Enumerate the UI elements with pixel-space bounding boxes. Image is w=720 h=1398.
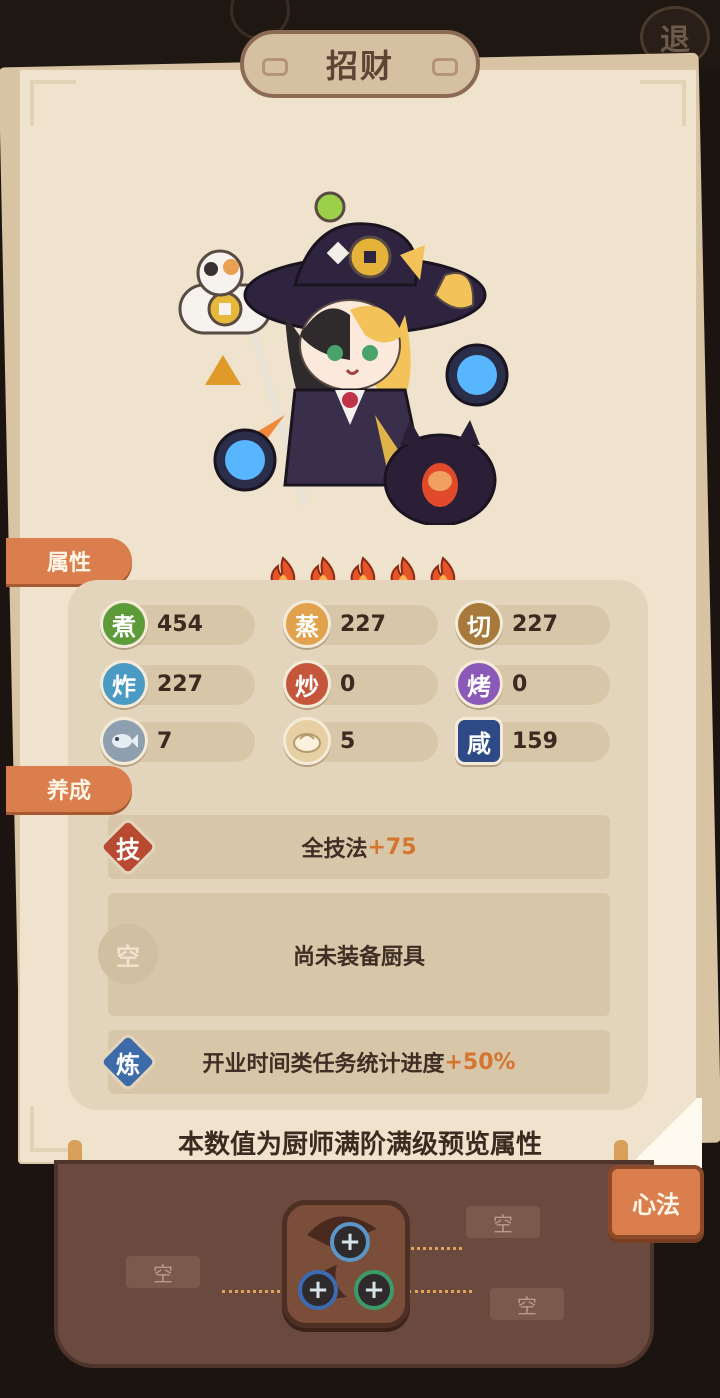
steam-icon: 蒸 <box>283 600 331 648</box>
stat-value: 5 <box>340 729 356 754</box>
cut-icon: 切 <box>455 600 503 648</box>
plus-icon[interactable]: + <box>330 1222 370 1262</box>
stat-steam: 蒸 227 <box>283 600 438 648</box>
stat-salty: 咸 159 <box>455 717 610 765</box>
stat-value: 454 <box>157 612 203 637</box>
salty-icon: 咸 <box>455 717 503 765</box>
tab-cultivation[interactable]: 养成 <box>6 766 132 812</box>
refine-bonus-text: 开业时间类任务统计进度 <box>202 1052 445 1077</box>
stirfry-icon: 炒 <box>283 660 331 708</box>
plus-icon[interactable]: + <box>354 1270 394 1310</box>
roast-icon: 烤 <box>455 660 503 708</box>
boil-icon: 煮 <box>100 600 148 648</box>
refine-bonus-row: 开业时间类任务统计进度 +50% <box>108 1030 610 1094</box>
stat-value: 0 <box>512 672 528 697</box>
stat-bun: 5 <box>283 717 438 765</box>
equipment-slot[interactable]: 空 <box>96 922 160 986</box>
refine-badge[interactable]: 炼 <box>96 1030 160 1094</box>
title-plaque: 招财 <box>240 30 480 98</box>
skill-bonus-text: 全技法 <box>301 837 368 862</box>
xinfa-core[interactable] <box>282 1200 410 1328</box>
equipment-slot-label: 空 <box>116 942 140 971</box>
chef-character-portrait <box>175 185 515 527</box>
refine-badge-label: 炼 <box>116 1050 140 1079</box>
stat-value: 227 <box>157 672 203 697</box>
refine-bonus-value: +50% <box>444 1049 516 1075</box>
tab-attributes[interactable]: 属性 <box>6 538 132 584</box>
equipment-status: 尚未装备厨具 <box>292 944 425 970</box>
stat-roast: 烤 0 <box>455 660 610 708</box>
stat-value: 227 <box>512 612 558 637</box>
skill-bonus-row: 全技法 +75 <box>108 815 610 879</box>
bun-icon <box>283 717 331 765</box>
stat-stirfry: 炒 0 <box>283 660 438 708</box>
corner-ornament <box>30 80 76 126</box>
stat-cut: 切 227 <box>455 600 610 648</box>
page-title: 招财 <box>325 47 394 85</box>
fish-icon <box>100 717 148 765</box>
stat-fish: 7 <box>100 717 255 765</box>
preview-note: 本数值为厨师满阶满级预览属性 <box>177 1130 542 1160</box>
xinfa-slot-bottom-right[interactable]: 空 <box>490 1288 564 1320</box>
skill-badge-label: 技 <box>116 835 140 864</box>
equipment-row[interactable]: 尚未装备厨具 <box>108 893 610 1016</box>
xinfa-slot-top-right[interactable]: 空 <box>466 1206 540 1238</box>
stat-value: 0 <box>340 672 356 697</box>
stat-value: 227 <box>340 612 386 637</box>
xinfa-slot-left[interactable]: 空 <box>126 1256 200 1288</box>
xinfa-button[interactable]: 心法 <box>608 1165 704 1239</box>
plus-icon[interactable]: + <box>298 1270 338 1310</box>
skill-badge[interactable]: 技 <box>96 815 160 879</box>
fry-icon: 炸 <box>100 660 148 708</box>
stat-fry: 炸 227 <box>100 660 255 708</box>
corner-ornament <box>640 80 686 126</box>
stat-value: 7 <box>157 729 173 754</box>
skill-bonus-value: +75 <box>367 834 417 860</box>
stat-value: 159 <box>512 729 558 754</box>
stat-boil: 煮 454 <box>100 600 255 648</box>
connector-line <box>408 1290 472 1293</box>
